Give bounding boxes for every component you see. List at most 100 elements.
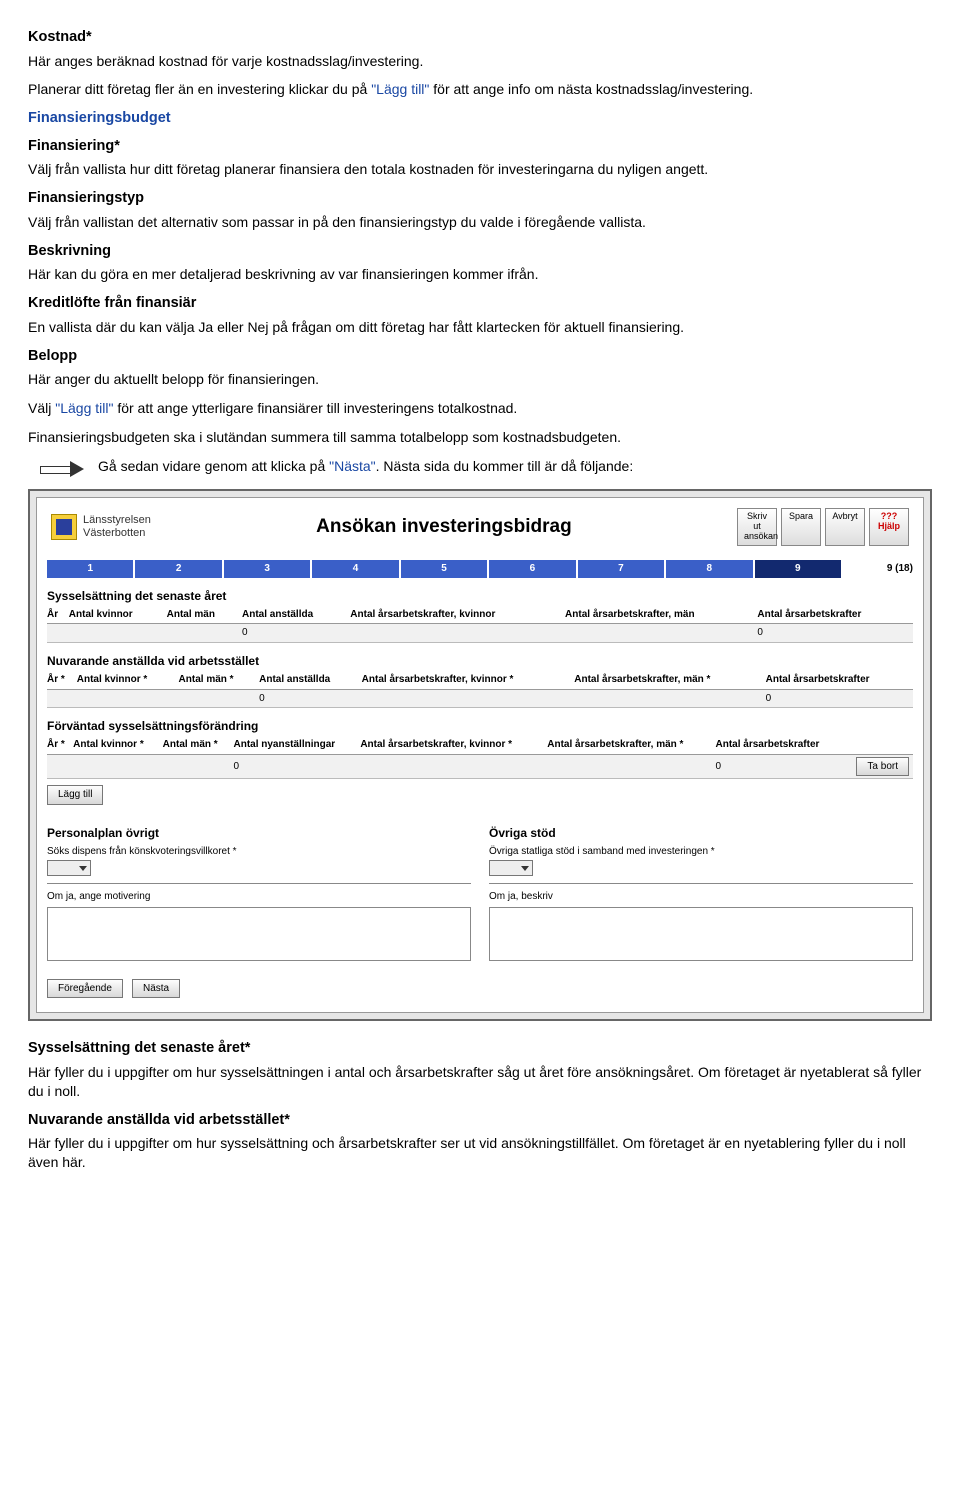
col-kvinnor: Antal kvinnor * xyxy=(77,671,179,689)
section1-table: År Antal kvinnor Antal män Antal anställ… xyxy=(47,606,913,643)
next-button[interactable]: Nästa xyxy=(132,979,180,999)
table-header-row: År Antal kvinnor Antal män Antal anställ… xyxy=(47,606,913,624)
link-text-laggtill2: "Lägg till" xyxy=(55,400,113,416)
heading-finbudget: Finansieringsbudget xyxy=(28,109,932,129)
right-q1-row: Övriga statliga stöd i samband med inves… xyxy=(489,843,913,884)
right-q2-label: Om ja, beskriv xyxy=(489,890,913,904)
col-ars: Antal årsarbetskrafter xyxy=(766,671,913,689)
footer-buttons: Föregående Nästa xyxy=(47,973,913,999)
col-ar: År * xyxy=(47,736,73,754)
left-title: Personalplan övrigt xyxy=(47,825,471,841)
text: för att ange ytterligare finansiärer til… xyxy=(113,400,517,416)
heading-fintyp: Finansieringstyp xyxy=(28,189,932,209)
step-7[interactable]: 7 xyxy=(578,560,666,578)
p-fintyp: Välj från vallistan det alternativ som p… xyxy=(28,213,932,232)
heading-kredit: Kreditlöfte från finansiär xyxy=(28,294,932,314)
left-q1-row: Söks dispens från könskvoteringsvillkore… xyxy=(47,843,471,884)
cell-ars: 0 xyxy=(715,754,845,779)
right-q1-label: Övriga statliga stöd i samband med inves… xyxy=(489,845,913,859)
section2-title: Nuvarande anställda vid arbetsstället xyxy=(47,653,913,669)
link-text-nasta: "Nästa" xyxy=(329,458,376,474)
table-header-row: År * Antal kvinnor * Antal män * Antal n… xyxy=(47,736,913,754)
text: Planerar ditt företag fler än en investe… xyxy=(28,81,371,97)
col-ar: År xyxy=(47,606,69,624)
tabort-button[interactable]: Ta bort xyxy=(856,757,909,777)
step-1[interactable]: 1 xyxy=(47,560,135,578)
print-button[interactable]: Skriv ut ansökan xyxy=(737,508,777,546)
cell-anstallda: 0 xyxy=(259,689,362,708)
col-kvinnor: Antal kvinnor xyxy=(69,606,167,624)
col-ars: Antal årsarbetskrafter xyxy=(715,736,845,754)
step-8[interactable]: 8 xyxy=(666,560,754,578)
p-nuv: Här fyller du i uppgifter om hur syssels… xyxy=(28,1134,932,1172)
p-syssel: Här fyller du i uppgifter om hur syssels… xyxy=(28,1063,932,1101)
header-buttons: Skriv ut ansökan Spara Avbryt ??? Hjälp xyxy=(737,508,909,546)
section3-table: År * Antal kvinnor * Antal män * Antal n… xyxy=(47,736,913,779)
save-button[interactable]: Spara xyxy=(781,508,821,546)
step-9[interactable]: 9 xyxy=(755,560,843,578)
heading-nuv: Nuvarande anställda vid arbetsstället* xyxy=(28,1111,932,1131)
brand: Länsstyrelsen Västerbotten xyxy=(51,514,151,540)
step-4[interactable]: 4 xyxy=(312,560,400,578)
cancel-button[interactable]: Avbryt xyxy=(825,508,865,546)
step-3[interactable]: 3 xyxy=(224,560,312,578)
col-ar: År * xyxy=(47,671,77,689)
col-ars-man: Antal årsarbetskrafter, män * xyxy=(547,736,715,754)
col-ars-man: Antal årsarbetskrafter, män xyxy=(565,606,757,624)
p-finansiering: Välj från vallista hur ditt företag plan… xyxy=(28,160,932,179)
section1-title: Sysselsättning det senaste året xyxy=(47,588,913,604)
col-man: Antal män * xyxy=(179,671,260,689)
col-ars-kv: Antal årsarbetskrafter, kvinnor xyxy=(350,606,565,624)
left-q1-label: Söks dispens från könskvoteringsvillkore… xyxy=(47,845,471,859)
col-man: Antal män * xyxy=(163,736,234,754)
left-select[interactable] xyxy=(47,860,91,876)
step-2[interactable]: 2 xyxy=(135,560,223,578)
col-ars-kv: Antal årsarbetskrafter, kvinnor * xyxy=(360,736,547,754)
col-left: Personalplan övrigt Söks dispens från kö… xyxy=(47,815,471,961)
heading-beskriv: Beskrivning xyxy=(28,242,932,262)
section3-title: Förväntad sysselsättningsförändring xyxy=(47,718,913,734)
arrow-right-icon xyxy=(40,459,86,479)
cell-anstallda: 0 xyxy=(242,624,350,643)
p-kostnad: Här anges beräknad kostnad för varje kos… xyxy=(28,52,932,71)
cell-ars: 0 xyxy=(757,624,913,643)
cell-nyanst: 0 xyxy=(233,754,360,779)
step-5[interactable]: 5 xyxy=(401,560,489,578)
section4: Personalplan övrigt Söks dispens från kö… xyxy=(47,815,913,961)
laggtill-button[interactable]: Lägg till xyxy=(47,785,103,805)
table-row: 0 0 xyxy=(47,624,913,643)
right-title: Övriga stöd xyxy=(489,825,913,841)
col-man: Antal män xyxy=(167,606,242,624)
p-beskriv: Här kan du göra en mer detaljerad beskri… xyxy=(28,265,932,284)
right-textarea[interactable] xyxy=(489,907,913,961)
col-kvinnor: Antal kvinnor * xyxy=(73,736,163,754)
p-valj: Välj "Lägg till" för att ange ytterligar… xyxy=(28,399,932,418)
p-ga: Gå sedan vidare genom att klicka på "Näs… xyxy=(98,457,633,476)
col-anstallda: Antal anställda xyxy=(259,671,362,689)
text: för att ange info om nästa kostnadsslag/… xyxy=(429,81,753,97)
table-header-row: År * Antal kvinnor * Antal män * Antal a… xyxy=(47,671,913,689)
embedded-screenshot: Länsstyrelsen Västerbotten Ansökan inves… xyxy=(28,489,932,1021)
heading-syssel: Sysselsättning det senaste året* xyxy=(28,1039,932,1059)
heading-kostnad: Kostnad* xyxy=(28,28,932,48)
col-nyanst: Antal nyanställningar xyxy=(233,736,360,754)
step-6[interactable]: 6 xyxy=(489,560,577,578)
left-textarea[interactable] xyxy=(47,907,471,961)
app-header: Länsstyrelsen Västerbotten Ansökan inves… xyxy=(47,506,913,554)
help-button[interactable]: ??? Hjälp xyxy=(869,508,909,546)
step-bar: 1 2 3 4 5 6 7 8 9 9 (18) xyxy=(47,560,913,578)
p-belopp: Här anger du aktuellt belopp för finansi… xyxy=(28,370,932,389)
heading-finansiering: Finansiering* xyxy=(28,137,932,157)
col-ars: Antal årsarbetskrafter xyxy=(757,606,913,624)
text: . Nästa sida du kommer till är då följan… xyxy=(376,458,634,474)
brand-text: Länsstyrelsen Västerbotten xyxy=(83,514,151,539)
step-count: 9 (18) xyxy=(843,562,913,576)
table-row: 0 0 Ta bort xyxy=(47,754,913,779)
table-row: 0 0 xyxy=(47,689,913,708)
right-select[interactable] xyxy=(489,860,533,876)
heading-belopp: Belopp xyxy=(28,347,932,367)
p-summera: Finansieringsbudgeten ska i slutändan su… xyxy=(28,428,932,447)
col-ars-kv: Antal årsarbetskrafter, kvinnor * xyxy=(362,671,575,689)
prev-button[interactable]: Föregående xyxy=(47,979,123,999)
col-anstallda: Antal anställda xyxy=(242,606,350,624)
